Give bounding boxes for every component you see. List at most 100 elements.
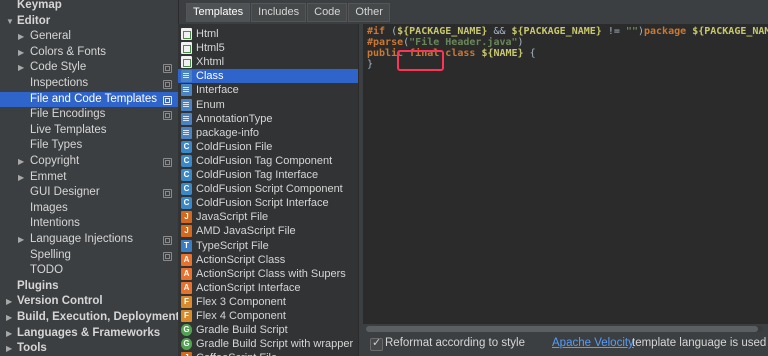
editor-horizontal-scrollbar[interactable] bbox=[366, 326, 763, 332]
template-item-label: ColdFusion Script Component bbox=[196, 183, 343, 196]
expand-arrow-closed-icon[interactable]: ▶ bbox=[6, 326, 12, 342]
expand-arrow-closed-icon[interactable]: ▶ bbox=[6, 294, 12, 310]
template-item-label: Html bbox=[196, 28, 219, 40]
js-file-icon: J bbox=[181, 211, 192, 224]
expand-arrow-closed-icon[interactable]: ▶ bbox=[18, 45, 24, 61]
template-item-label: Gradle Build Script bbox=[196, 324, 288, 337]
template-item[interactable]: C ColdFusion Tag Component bbox=[178, 154, 358, 168]
template-item[interactable]: C ColdFusion Script Interface bbox=[178, 196, 358, 210]
tree-item-file-encodings[interactable]: File Encodings bbox=[0, 107, 178, 123]
expand-arrow-closed-icon[interactable]: ▶ bbox=[18, 232, 24, 248]
java-file-icon bbox=[181, 98, 192, 111]
expand-arrow-open-icon[interactable]: ▼ bbox=[6, 14, 14, 30]
tree-item-emmet[interactable]: ▶ Emmet bbox=[0, 170, 178, 186]
template-item[interactable]: J CoffeeScript File bbox=[178, 351, 358, 356]
tab-includes[interactable]: Includes bbox=[251, 3, 307, 22]
editor-bottom-bar: Reformat according to style Apache Veloc… bbox=[363, 336, 768, 356]
tree-item-keymap[interactable]: Keymap bbox=[0, 0, 178, 14]
template-item[interactable]: Enum bbox=[178, 98, 358, 112]
expand-arrow-closed-icon[interactable]: ▶ bbox=[6, 341, 12, 356]
template-item[interactable]: Xhtml bbox=[178, 55, 358, 69]
expand-arrow-closed-icon[interactable]: ▶ bbox=[6, 310, 12, 326]
template-item[interactable]: J JavaScript File bbox=[178, 210, 358, 224]
template-item[interactable]: C ColdFusion File bbox=[178, 140, 358, 154]
tree-item-general[interactable]: ▶ General bbox=[0, 29, 178, 45]
tab-other[interactable]: Other bbox=[348, 3, 390, 22]
template-item[interactable]: Interface bbox=[178, 83, 358, 97]
template-item[interactable]: Html bbox=[178, 27, 358, 41]
tree-item-tools[interactable]: ▶ Tools bbox=[0, 341, 178, 356]
tree-item-intentions[interactable]: Intentions bbox=[0, 216, 178, 232]
code-token: ${PACKAGE_NAME} bbox=[397, 26, 488, 37]
tree-item-inspections[interactable]: Inspections bbox=[0, 76, 178, 92]
template-item[interactable]: F Flex 3 Component bbox=[178, 295, 358, 309]
tree-item-label: Live Templates bbox=[30, 123, 107, 136]
tab-templates[interactable]: Templates bbox=[186, 3, 251, 22]
tree-item-file-types[interactable]: File Types bbox=[0, 138, 178, 154]
template-item[interactable]: AnnotationType bbox=[178, 112, 358, 126]
code-line: } bbox=[367, 59, 373, 70]
template-item-label: AMD JavaScript File bbox=[196, 225, 296, 238]
template-item-label: ColdFusion Script Interface bbox=[196, 197, 329, 210]
template-item[interactable]: A ActionScript Class with Supers bbox=[178, 267, 358, 281]
flex-file-icon: F bbox=[181, 295, 192, 308]
tree-item-copyright[interactable]: ▶ Copyright bbox=[0, 154, 178, 170]
template-item[interactable]: T TypeScript File bbox=[178, 239, 358, 253]
template-item[interactable]: C ColdFusion Tag Interface bbox=[178, 168, 358, 182]
template-item[interactable]: F Flex 4 Component bbox=[178, 309, 358, 323]
template-item-label: AnnotationType bbox=[196, 112, 273, 125]
template-item[interactable]: G Gradle Build Script with wrapper bbox=[178, 337, 358, 351]
tree-item-gui-designer[interactable]: GUI Designer bbox=[0, 185, 178, 201]
tree-item-todo[interactable]: TODO bbox=[0, 263, 178, 279]
as-file-icon: A bbox=[181, 281, 192, 294]
template-item[interactable]: J AMD JavaScript File bbox=[178, 224, 358, 238]
final-keyword-highlight bbox=[397, 50, 444, 71]
tree-item-colors-fonts[interactable]: ▶ Colors & Fonts bbox=[0, 45, 178, 61]
project-level-icon bbox=[163, 236, 172, 245]
tree-item-file-and-code-templates[interactable]: File and Code Templates bbox=[0, 91, 178, 108]
template-item[interactable]: package-info bbox=[178, 126, 358, 140]
cf-file-icon: C bbox=[181, 154, 192, 167]
tree-item-label: Keymap bbox=[17, 0, 62, 11]
tree-item-images[interactable]: Images bbox=[0, 201, 178, 217]
code-line: #parse("File Header.java") bbox=[367, 37, 524, 48]
tree-item-label: Inspections bbox=[30, 77, 89, 89]
template-item[interactable]: Class bbox=[178, 69, 358, 84]
reformat-checkbox[interactable] bbox=[370, 336, 383, 351]
template-item[interactable]: A ActionScript Interface bbox=[178, 281, 358, 295]
template-item[interactable]: G Gradle Build Script bbox=[178, 323, 358, 337]
expand-arrow-closed-icon[interactable]: ▶ bbox=[18, 60, 24, 76]
tree-item-language-injections[interactable]: ▶ Language Injections bbox=[0, 232, 178, 248]
tree-item-build-execution-deployment[interactable]: ▶ Build, Execution, Deployment bbox=[0, 310, 178, 326]
expand-arrow-closed-icon[interactable]: ▶ bbox=[18, 154, 24, 170]
apache-velocity-link[interactable]: Apache Velocity bbox=[552, 337, 634, 349]
tree-item-code-style[interactable]: ▶ Code Style bbox=[0, 60, 178, 76]
tree-item-plugins[interactable]: Plugins bbox=[0, 279, 178, 295]
template-item-label: ColdFusion Tag Interface bbox=[196, 169, 319, 181]
expand-arrow-closed-icon[interactable]: ▶ bbox=[18, 170, 24, 186]
template-item[interactable]: Html5 bbox=[178, 41, 358, 55]
template-item[interactable]: A ActionScript Class bbox=[178, 253, 358, 267]
cf-file-icon: C bbox=[181, 183, 192, 196]
tree-item-version-control[interactable]: ▶ Version Control bbox=[0, 294, 178, 310]
code-token: != bbox=[601, 26, 626, 37]
tree-item-label: Tools bbox=[17, 342, 47, 355]
reformat-label: Reformat according to style bbox=[385, 337, 525, 349]
tree-item-spelling[interactable]: Spelling bbox=[0, 248, 178, 264]
scrollbar-thumb[interactable] bbox=[366, 326, 758, 332]
as-file-icon: A bbox=[181, 253, 192, 266]
template-item-label: ActionScript Interface bbox=[196, 281, 301, 294]
template-item-label: ColdFusion Tag Component bbox=[196, 154, 333, 167]
tree-item-live-templates[interactable]: Live Templates bbox=[0, 123, 178, 139]
tab-code[interactable]: Code bbox=[307, 3, 348, 22]
tree-item-editor[interactable]: ▼ Editor bbox=[0, 14, 178, 30]
tree-item-label: File Types bbox=[30, 139, 83, 152]
expand-arrow-closed-icon[interactable]: ▶ bbox=[18, 29, 24, 45]
code-token: { bbox=[523, 48, 536, 59]
tree-item-label: Spelling bbox=[30, 248, 71, 261]
as-file-icon: A bbox=[181, 267, 192, 280]
project-level-icon bbox=[163, 80, 172, 89]
tree-item-languages-frameworks[interactable]: ▶ Languages & Frameworks bbox=[0, 326, 178, 342]
template-item[interactable]: C ColdFusion Script Component bbox=[178, 182, 358, 196]
project-level-icon bbox=[163, 189, 172, 199]
